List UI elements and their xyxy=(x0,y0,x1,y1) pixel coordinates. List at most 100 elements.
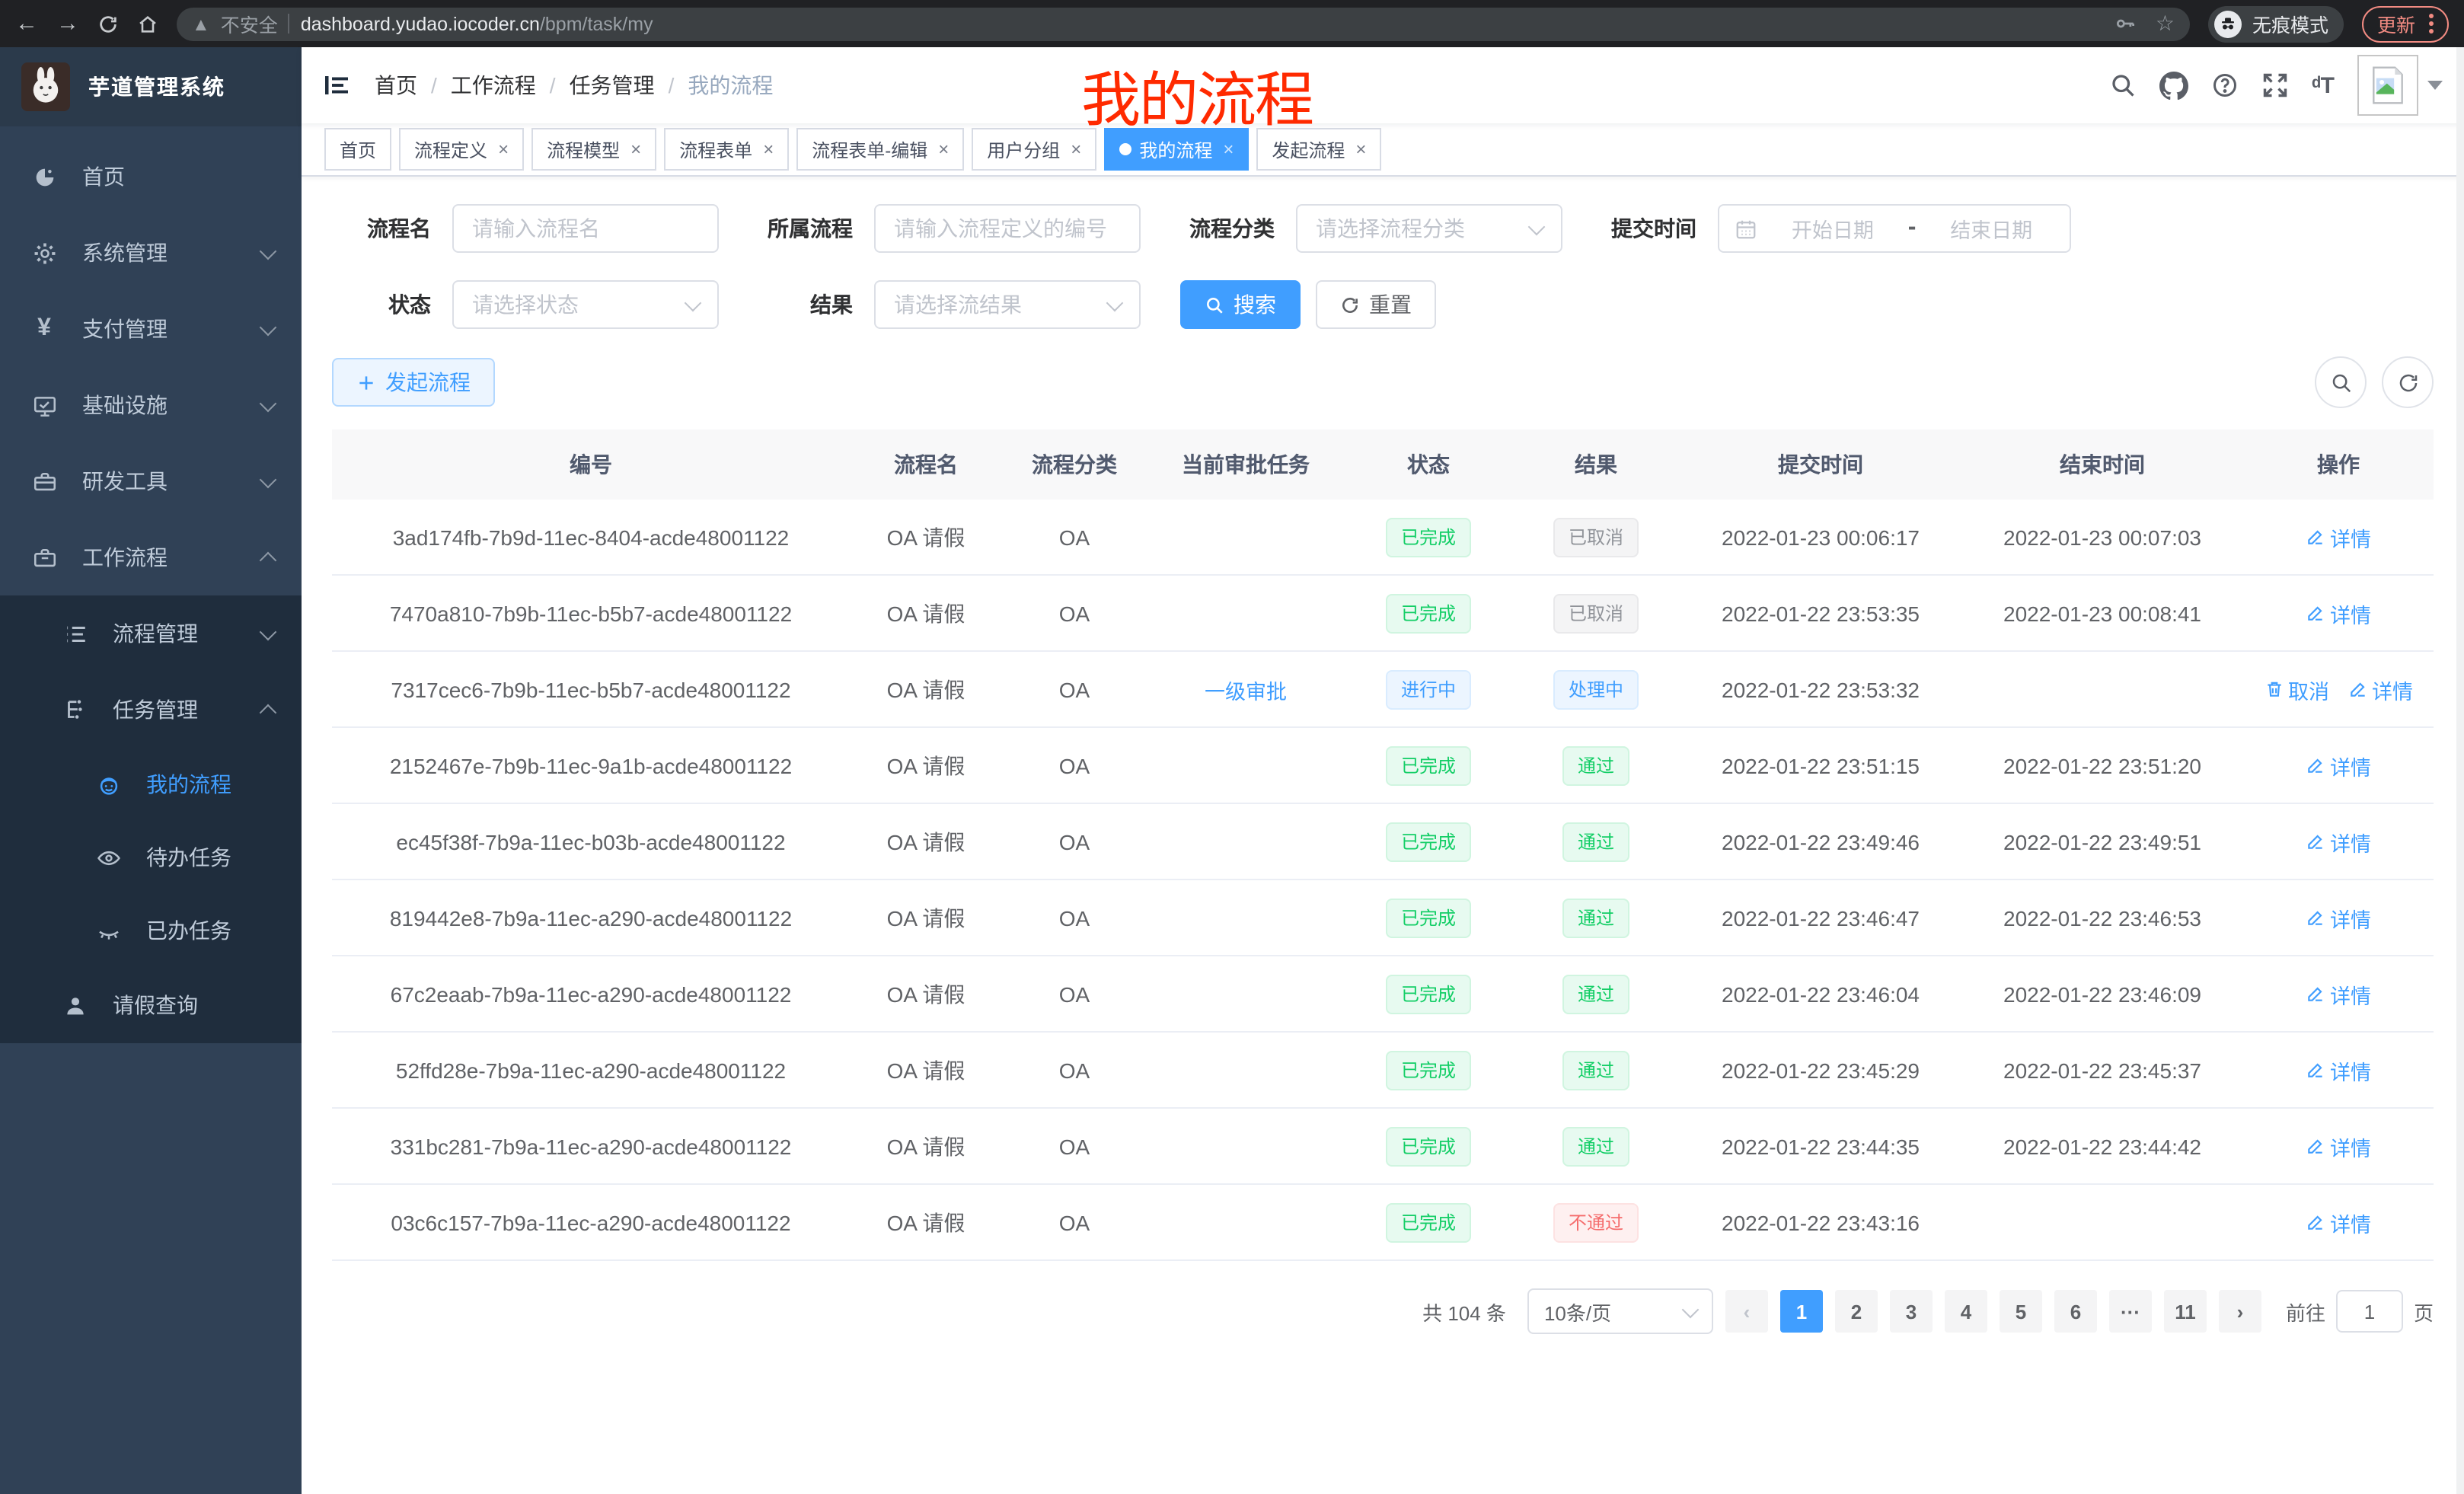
process-category-select[interactable]: 请选择流程分类 xyxy=(1296,204,1562,253)
cell-result-badge: 不通过 xyxy=(1553,1202,1639,1242)
avatar-caret-icon xyxy=(2427,81,2443,90)
fontsize-icon[interactable]: ᵈT xyxy=(2312,74,2335,97)
detail-link[interactable]: 详情 xyxy=(2348,674,2413,704)
cell-id: 03c6c157-7b9a-11ec-a290-acde48001122 xyxy=(332,1184,850,1260)
password-key-icon[interactable] xyxy=(2115,12,2137,35)
user-avatar[interactable] xyxy=(2357,55,2443,116)
status-select[interactable]: 请选择状态 xyxy=(452,280,719,329)
tab-流程定义[interactable]: 流程定义× xyxy=(399,128,524,171)
cell-id: 3ad174fb-7b9d-11ec-8404-acde48001122 xyxy=(332,500,850,575)
pagination-ellipsis[interactable]: ··· xyxy=(2109,1290,2152,1333)
app-logo-row[interactable]: 芋道管理系统 xyxy=(0,47,302,126)
current-task-link[interactable]: 一级审批 xyxy=(1205,674,1287,704)
gear-icon xyxy=(30,239,58,267)
page-button-6[interactable]: 6 xyxy=(2054,1290,2097,1333)
sidebar-item-工作流程[interactable]: 工作流程 xyxy=(0,519,302,595)
close-icon[interactable]: × xyxy=(938,140,949,158)
edit-icon xyxy=(2306,984,2325,1004)
sidebar-item-流程管理[interactable]: 流程管理 xyxy=(0,595,302,672)
sidebar-item-我的流程[interactable]: 我的流程 xyxy=(0,748,302,821)
app-title: 芋道管理系统 xyxy=(88,72,225,102)
detail-link[interactable]: 详情 xyxy=(2306,1055,2371,1085)
update-button[interactable]: 更新 xyxy=(2362,5,2449,42)
detail-link[interactable]: 详情 xyxy=(2306,522,2371,552)
page-button-11[interactable]: 11 xyxy=(2164,1290,2207,1333)
detail-link[interactable]: 详情 xyxy=(2306,902,2371,933)
cell-status: 进行中 xyxy=(1345,651,1512,727)
cancel-link[interactable]: 取消 xyxy=(2264,674,2329,704)
page-button-3[interactable]: 3 xyxy=(1890,1290,1933,1333)
process-name-input[interactable] xyxy=(452,204,719,253)
close-icon[interactable]: × xyxy=(763,140,774,158)
detail-link[interactable]: 详情 xyxy=(2306,1207,2371,1237)
tab-label: 首页 xyxy=(340,136,376,162)
detail-link[interactable]: 详情 xyxy=(2306,598,2371,628)
sidebar-item-已办任务[interactable]: 已办任务 xyxy=(0,894,302,967)
page-size-select[interactable]: 10条/页 xyxy=(1527,1288,1713,1334)
table-row: 67c2eaab-7b9a-11ec-a290-acde48001122OA 请… xyxy=(332,956,2434,1032)
reload-icon[interactable] xyxy=(97,13,119,34)
detail-link[interactable]: 详情 xyxy=(2306,978,2371,1009)
sidebar-item-系统管理[interactable]: 系统管理 xyxy=(0,215,302,291)
prev-page-button[interactable]: ‹ xyxy=(1725,1290,1768,1333)
page-scrollbar[interactable] xyxy=(2456,47,2464,1494)
tab-用户分组[interactable]: 用户分组× xyxy=(972,128,1096,171)
help-icon[interactable] xyxy=(2211,72,2239,99)
sidebar-item-基础设施[interactable]: 基础设施 xyxy=(0,367,302,443)
close-icon[interactable]: × xyxy=(1071,140,1081,158)
search-toggle-button[interactable] xyxy=(2315,356,2367,408)
refresh-table-button[interactable] xyxy=(2382,356,2434,408)
tab-发起流程[interactable]: 发起流程× xyxy=(1256,128,1381,171)
filter-row-1: 流程名 所属流程 流程分类 请选择流程分类 提交时间 开始日期 - 结束日期 xyxy=(332,204,2434,253)
breadcrumb-item-工作流程[interactable]: 工作流程 xyxy=(451,70,536,101)
tab-流程表单[interactable]: 流程表单× xyxy=(664,128,789,171)
sidebar-item-支付管理[interactable]: ¥支付管理 xyxy=(0,291,302,367)
edit-icon xyxy=(2306,908,2325,927)
page-button-1[interactable]: 1 xyxy=(1780,1290,1823,1333)
sidebar-item-请假查询[interactable]: 请假查询 xyxy=(0,967,302,1043)
sidebar-item-待办任务[interactable]: 待办任务 xyxy=(0,821,302,894)
search-icon[interactable] xyxy=(2109,72,2137,99)
close-icon[interactable]: × xyxy=(1223,140,1234,158)
back-icon[interactable]: ← xyxy=(15,12,38,35)
search-button[interactable]: 搜索 xyxy=(1180,280,1301,329)
sidebar-item-首页[interactable]: 首页 xyxy=(0,139,302,215)
tab-流程模型[interactable]: 流程模型× xyxy=(531,128,656,171)
address-bar[interactable]: ▲ 不安全 dashboard.yudao.iocoder.cn/bpm/tas… xyxy=(177,7,2190,40)
not-secure-label: 不安全 xyxy=(221,9,278,38)
github-icon[interactable] xyxy=(2159,71,2188,100)
home-icon[interactable] xyxy=(137,13,158,34)
dashboard-icon xyxy=(30,163,58,190)
table-row: 7317cec6-7b9b-11ec-b5b7-acde48001122OA 请… xyxy=(332,651,2434,727)
sidebar-item-研发工具[interactable]: 研发工具 xyxy=(0,443,302,519)
page-button-4[interactable]: 4 xyxy=(1945,1290,1987,1333)
breadcrumb-item-任务管理[interactable]: 任务管理 xyxy=(570,70,655,101)
close-icon[interactable]: × xyxy=(630,140,641,158)
browser-menu-icon[interactable] xyxy=(2429,14,2434,34)
page-button-2[interactable]: 2 xyxy=(1835,1290,1878,1333)
fullscreen-icon[interactable] xyxy=(2261,72,2289,99)
reset-button[interactable]: 重置 xyxy=(1316,280,1436,329)
detail-link[interactable]: 详情 xyxy=(2306,826,2371,857)
create-process-button[interactable]: 发起流程 xyxy=(332,358,495,407)
close-icon[interactable]: × xyxy=(1355,140,1366,158)
cell-actions: 取消详情 xyxy=(2243,651,2434,727)
result-select[interactable]: 请选择流结果 xyxy=(874,280,1141,329)
end-date-placeholder: 结束日期 xyxy=(1928,213,2054,244)
close-icon[interactable]: × xyxy=(498,140,509,158)
process-definition-input[interactable] xyxy=(874,204,1141,253)
detail-link[interactable]: 详情 xyxy=(2306,1131,2371,1161)
forward-icon[interactable]: → xyxy=(56,12,79,35)
tab-流程表单-编辑[interactable]: 流程表单-编辑× xyxy=(796,128,964,171)
next-page-button[interactable]: › xyxy=(2219,1290,2261,1333)
submit-time-range-picker[interactable]: 开始日期 - 结束日期 xyxy=(1718,204,2071,253)
breadcrumb-item-首页[interactable]: 首页 xyxy=(375,70,417,101)
page-button-5[interactable]: 5 xyxy=(2000,1290,2042,1333)
tab-首页[interactable]: 首页 xyxy=(324,128,391,171)
sidebar-toggle-icon[interactable] xyxy=(323,72,350,99)
goto-page-input[interactable] xyxy=(2336,1290,2403,1333)
detail-link[interactable]: 详情 xyxy=(2306,750,2371,781)
tab-我的流程[interactable]: 我的流程× xyxy=(1104,128,1249,171)
sidebar-item-任务管理[interactable]: 任务管理 xyxy=(0,672,302,748)
bookmark-star-icon[interactable]: ☆ xyxy=(2156,11,2175,37)
